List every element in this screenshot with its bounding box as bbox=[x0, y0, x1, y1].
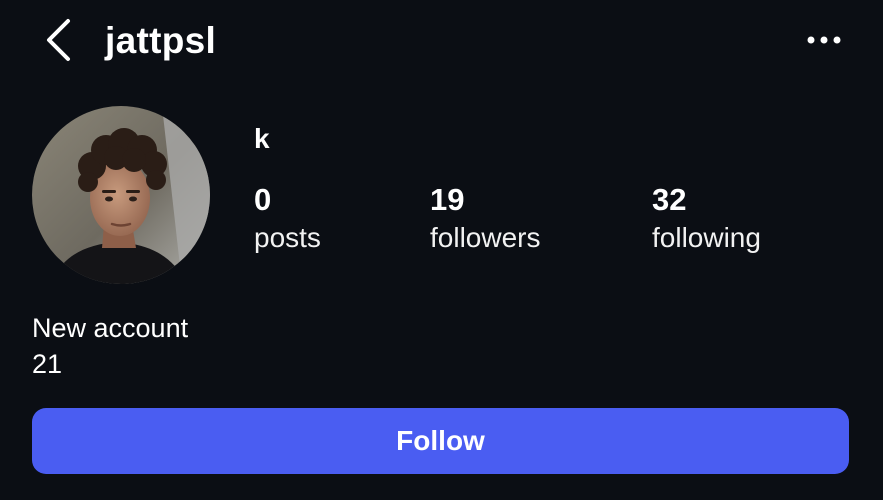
profile-bio: New account 21 bbox=[32, 310, 188, 382]
stat-followers[interactable]: 19 followers bbox=[430, 180, 540, 256]
stat-label: followers bbox=[430, 222, 541, 253]
more-options-button[interactable] bbox=[800, 26, 848, 54]
back-button[interactable] bbox=[36, 16, 80, 64]
stat-label: following bbox=[652, 222, 761, 253]
stat-count: 19 bbox=[430, 182, 465, 217]
bio-line: 21 bbox=[32, 349, 63, 379]
follow-button[interactable]: Follow bbox=[32, 408, 849, 474]
stat-count: 0 bbox=[254, 182, 272, 217]
profile-photo bbox=[32, 106, 210, 284]
avatar[interactable] bbox=[32, 106, 210, 284]
stat-count: 32 bbox=[652, 182, 687, 217]
stat-following[interactable]: 32 following bbox=[652, 180, 761, 256]
stat-posts[interactable]: 0 posts bbox=[254, 180, 321, 256]
stat-label: posts bbox=[254, 222, 321, 253]
profile-display-name: k bbox=[254, 123, 270, 154]
bio-line: New account bbox=[32, 313, 189, 343]
chevron-left-icon bbox=[47, 19, 70, 61]
more-horizontal-icon bbox=[807, 36, 841, 44]
profile-page: jattpsl k 0 posts 19 followers 32 follow… bbox=[0, 0, 883, 500]
profile-username: jattpsl bbox=[105, 20, 217, 61]
